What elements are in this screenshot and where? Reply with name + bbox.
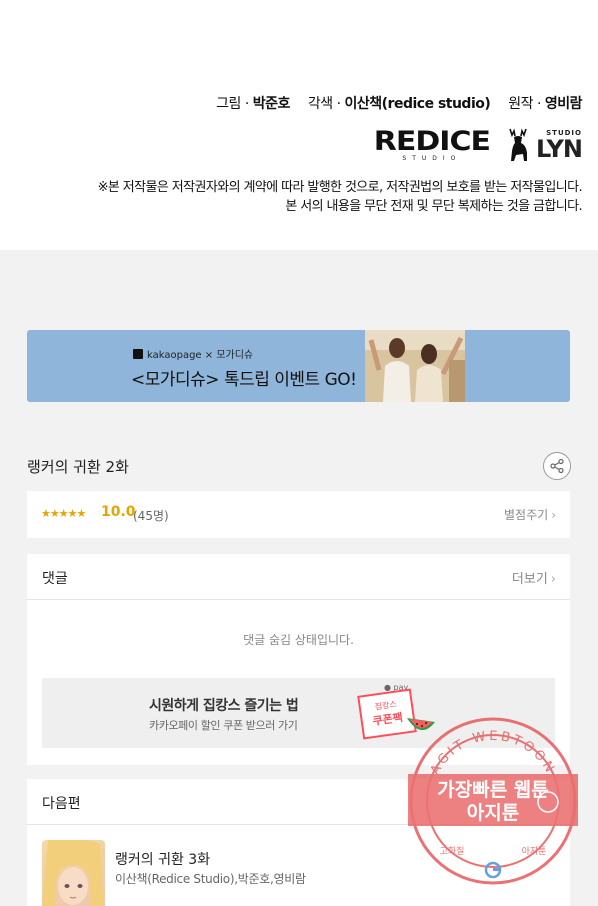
kakaopage-icon (133, 348, 143, 359)
next-episode-authors: 이산책(Redice Studio),박준호,영비람 (115, 872, 306, 886)
comments-header: 댓글 더보기 › (27, 554, 570, 600)
banner-headline: <모가디슈> 톡드립 이벤트 GO! (131, 370, 357, 390)
rate-button[interactable]: 별점주기 › (504, 506, 556, 523)
comments-title: 댓글 (42, 571, 68, 587)
copyright-line-2: 본 서의 내용을 무단 전재 및 무단 복제하는 것을 금합니다. (285, 199, 582, 214)
comments-more-button[interactable]: 더보기 › (512, 568, 556, 587)
movie-still-image (365, 330, 465, 402)
rating-card: ★★★★★ 10.0 (45명) 별점주기 › (27, 491, 570, 538)
studio-logos: REDICE STUDIO STUDIO LYN (373, 125, 583, 163)
event-banner[interactable]: kakaopage × 모가디슈 <모가디슈> 톡드립 이벤트 GO! (27, 330, 570, 402)
share-button[interactable] (543, 452, 571, 480)
deer-icon (509, 128, 527, 161)
copyright-line-1: ※본 저작물은 저작권자와의 계약에 따라 발행한 것으로, 저작권법의 보호를… (97, 180, 583, 195)
next-episode-header: 다음편 (27, 779, 570, 825)
lyn-text: STUDIO LYN (535, 130, 583, 163)
banner-brand: kakaopage × 모가디슈 (133, 346, 253, 361)
banner-brand-text: kakaopage × 모가디슈 (147, 350, 254, 361)
rating-count: (45명) (133, 509, 169, 523)
promo-subtitle: 카카오페이 할인 쿠폰 받으러 가기 (149, 719, 298, 732)
promo-title: 시원하게 집캉스 즐기는 법 (149, 698, 299, 714)
next-episode-thumbnail[interactable] (42, 840, 105, 906)
comments-more-label: 더보기 (511, 572, 548, 587)
rate-button-label: 별점주기 (504, 508, 549, 522)
redice-studio-logo: REDICE STUDIO (373, 125, 491, 162)
watermelon-icon (407, 718, 435, 731)
credit-line: 그림 · 박준호 각색 · 이산책(redice studio) 원작 · 영비… (202, 93, 582, 113)
copyright-notice: ※본 저작물은 저작권자와의 계약에 따라 발행한 것으로, 저작권법의 보호를… (97, 178, 583, 216)
kakaopay-promo-banner[interactable]: 시원하게 집캉스 즐기는 법 카카오페이 할인 쿠폰 받으러 가기 ● pay … (42, 678, 555, 748)
rating-stars: ★★★★★ (41, 507, 86, 520)
share-icon (550, 458, 564, 474)
comments-hidden-message: 댓글 숨김 상태입니다. (243, 633, 354, 647)
chevron-right-icon: › (550, 572, 556, 587)
rating-score: 10.0 (101, 504, 136, 520)
next-episode-card: 다음편 랭커의 귀환 3화 이산책(Redice Studio),박준호,영비람 (27, 779, 570, 906)
studio-lyn-logo: STUDIO LYN (504, 127, 583, 163)
credit-adapt: 각색 · 이산책(redice studio) (307, 96, 491, 112)
credit-art: 그림 · 박준호 (216, 96, 290, 112)
chevron-right-icon: › (551, 508, 556, 522)
credits-section: 그림 · 박준호 각색 · 이산책(redice studio) 원작 · 영비… (0, 0, 598, 250)
comments-card: 댓글 더보기 › 댓글 숨김 상태입니다. 시원하게 집캉스 즐기는 법 카카오페… (27, 554, 570, 765)
redice-logo-text: REDICE (373, 125, 491, 157)
credit-original: 원작 · 영비람 (508, 96, 582, 112)
episode-title: 랭커의 귀환 2화 (27, 458, 129, 476)
next-episode-title-label: 다음편 (42, 796, 81, 812)
lyn-name: LYN (535, 135, 583, 163)
next-episode-title[interactable]: 랭커의 귀환 3화 (115, 849, 210, 869)
character-thumbnail-image (42, 840, 104, 906)
